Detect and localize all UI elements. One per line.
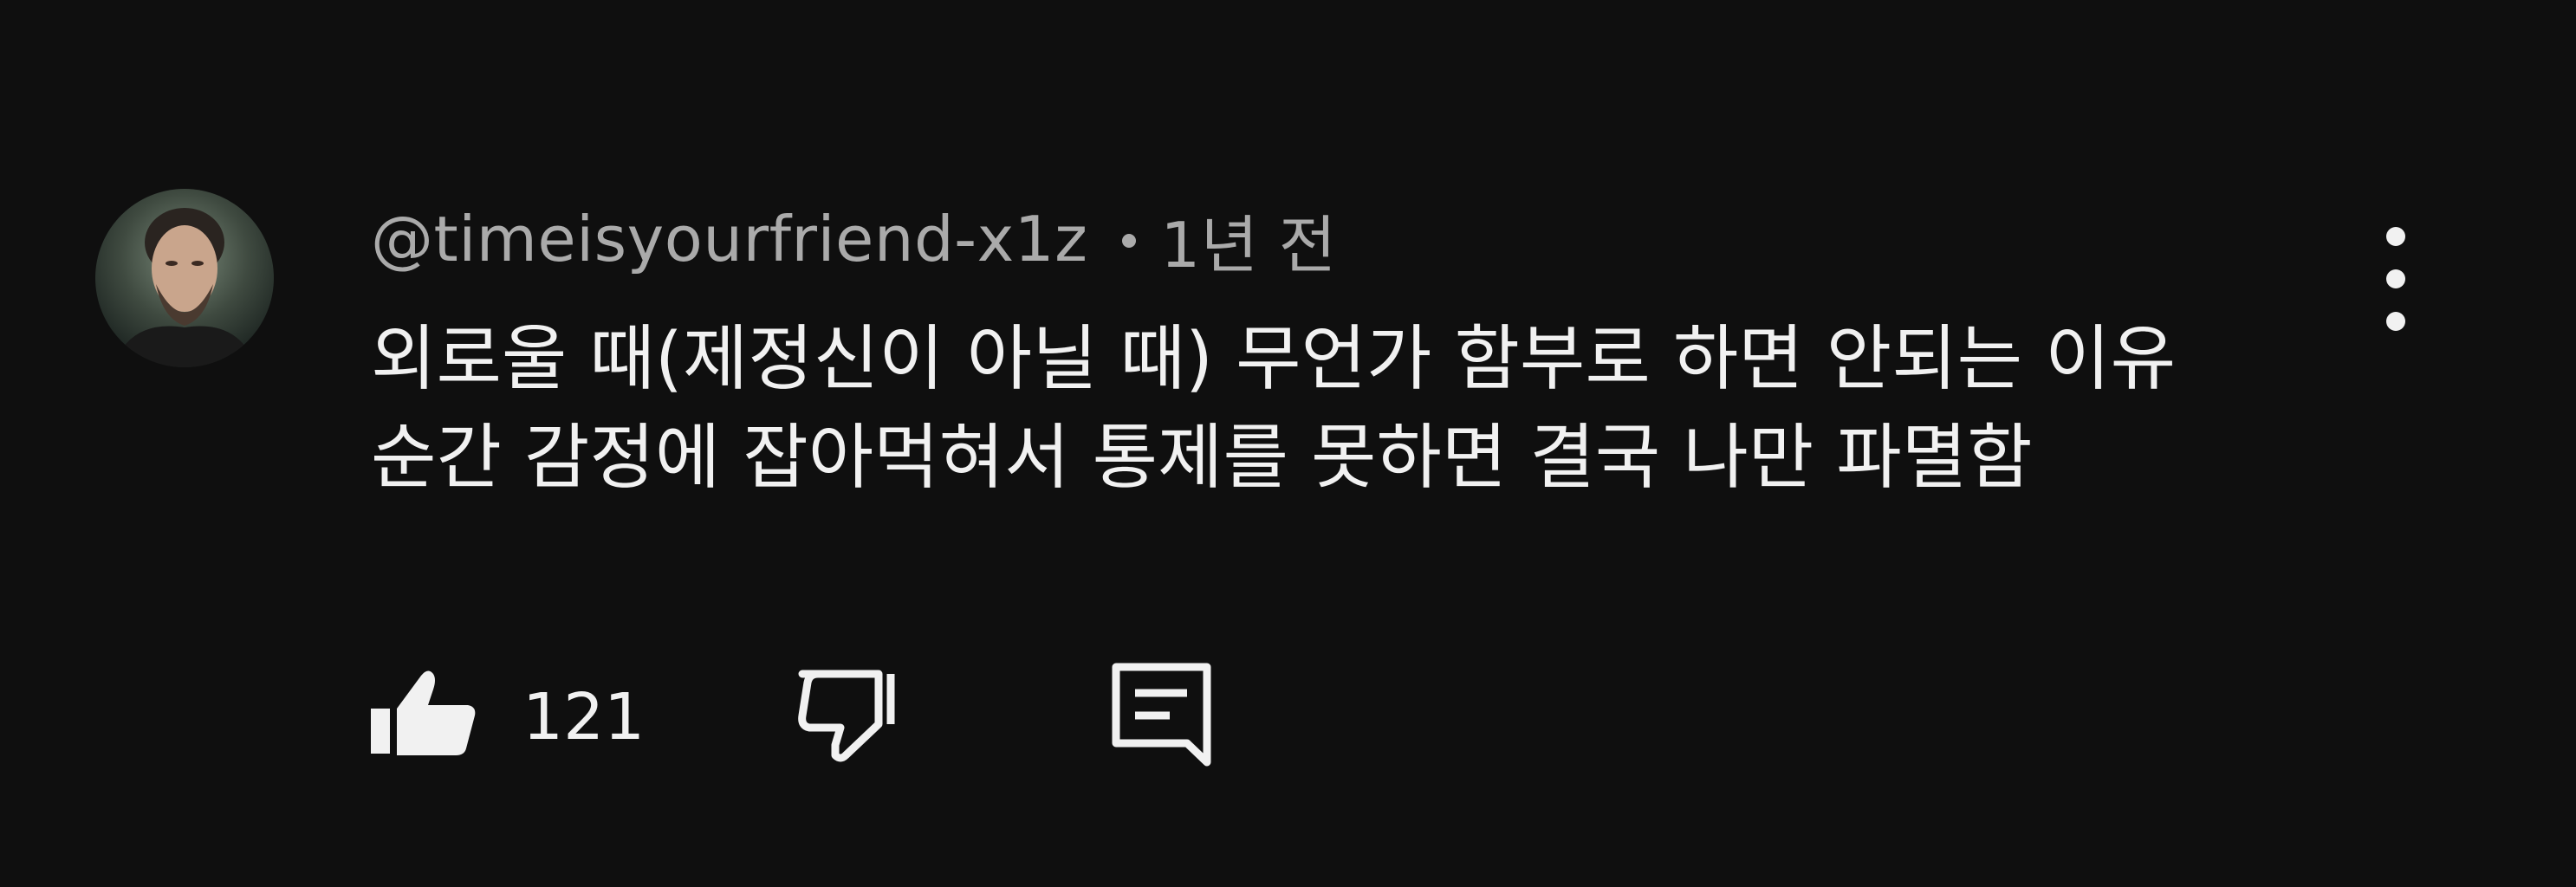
comment-text-line: 외로울 때(제정신이 아닐 때) 무언가 함부로 하면 안되는 이유 (371, 318, 2177, 400)
comment-text-line: 순간 감정에 잡아먹혀서 통제를 못하면 결국 나만 파멸함 (371, 417, 2033, 499)
comment-text: 외로울 때(제정신이 아닐 때) 무언가 함부로 하면 안되는 이유 순간 감정… (371, 310, 2364, 508)
more-vertical-icon-dot (2386, 227, 2405, 246)
avatar[interactable] (95, 189, 274, 367)
like-count: 121 (522, 680, 646, 754)
thumbs-up-icon (371, 670, 476, 755)
comment-timestamp[interactable]: 1년 전 (1160, 194, 1336, 285)
comment-meta: @timeisyourfriend-x1z 1년 전 (371, 196, 1337, 282)
thumbs-down-icon (798, 670, 895, 762)
reply-button[interactable] (1107, 658, 1220, 771)
reply-comment-icon (1112, 663, 1211, 767)
comment-actions: 121 (371, 658, 1411, 771)
author-handle[interactable]: @timeisyourfriend-x1z (371, 203, 1087, 275)
avatar-portrait-icon (113, 208, 256, 367)
more-vertical-icon-dot (2386, 269, 2405, 288)
more-options-button[interactable] (2374, 227, 2417, 331)
dislike-button[interactable] (795, 658, 908, 771)
more-vertical-icon-dot (2386, 312, 2405, 331)
comment-item: @timeisyourfriend-x1z 1년 전 외로울 때(제정신이 아닐… (0, 0, 2576, 887)
like-button[interactable] (371, 658, 483, 771)
separator-dot (1122, 234, 1137, 248)
